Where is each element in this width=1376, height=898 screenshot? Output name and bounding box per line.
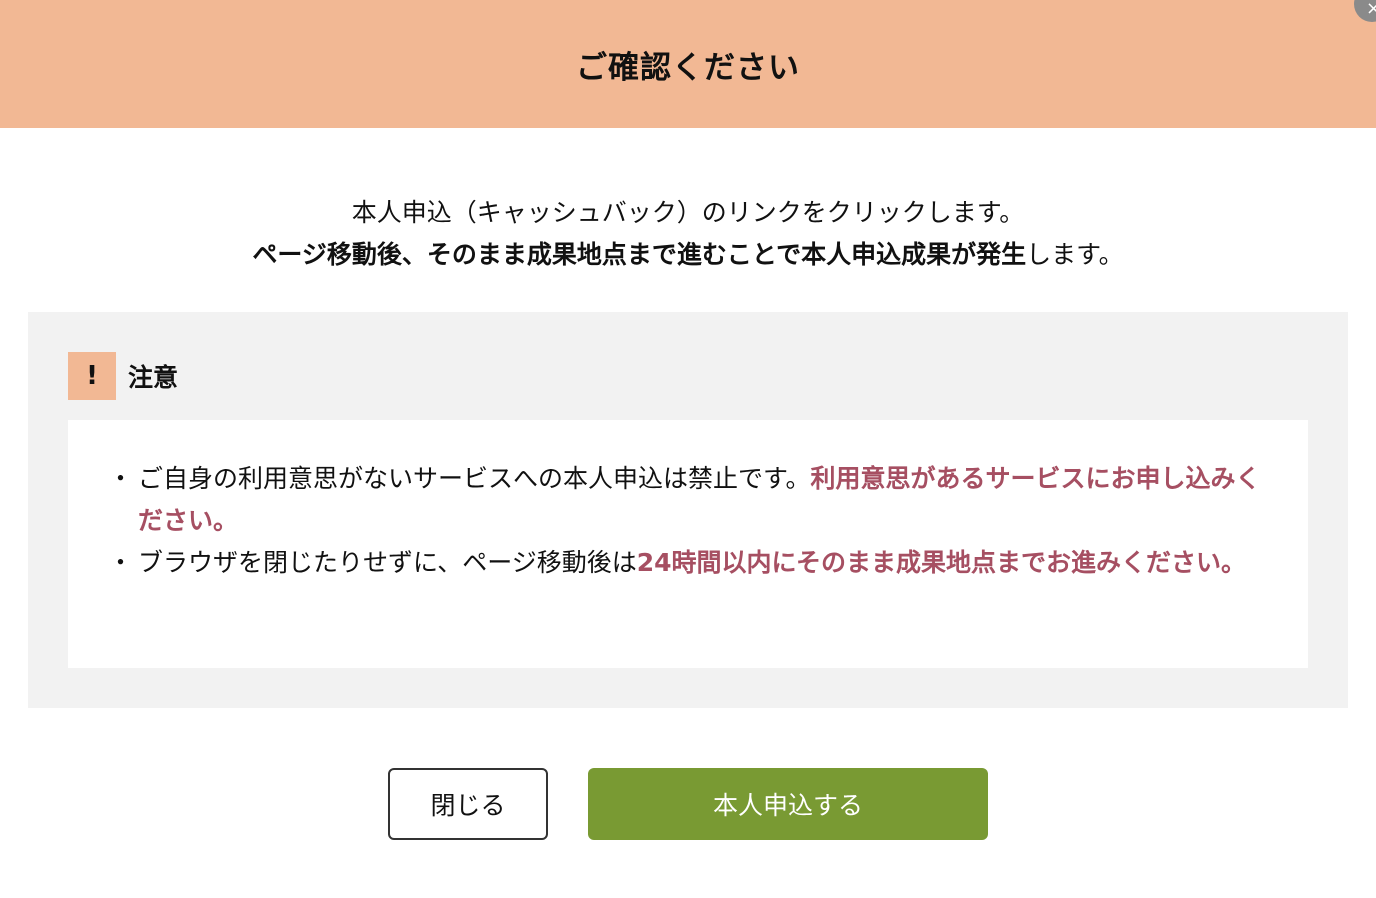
exclamation-icon: ! — [68, 352, 116, 400]
caution-label: 注意 — [128, 363, 179, 392]
close-button[interactable]: 閉じる — [388, 768, 548, 840]
caution-item: ・ ご自身の利用意思がないサービスへの本人申込は禁止です。利用意思があるサービス… — [108, 458, 1268, 542]
button-row: 閉じる 本人申込する — [0, 768, 1376, 840]
caution-item-emphasis: 24時間以内にそのまま成果地点までお進みください。 — [636, 548, 1247, 577]
dialog-title: ご確認ください — [576, 49, 800, 86]
caution-item-text: ご自身の利用意思がないサービスへの本人申込は禁止です。 — [138, 464, 811, 493]
apply-button[interactable]: 本人申込する — [588, 768, 988, 840]
intro-text: 本人申込（キャッシュバック）のリンクをクリックします。 ページ移動後、そのまま成… — [0, 192, 1376, 276]
caution-box: ! 注意 ・ ご自身の利用意思がないサービスへの本人申込は禁止です。利用意思があ… — [28, 312, 1348, 708]
caution-item: ・ ブラウザを閉じたりせずに、ページ移動後は24時間以内にそのまま成果地点までお… — [108, 542, 1268, 584]
intro-line-2: ページ移動後、そのまま成果地点まで進むことで本人申込成果が発生します。 — [0, 234, 1376, 276]
caution-item-text: ブラウザを閉じたりせずに、ページ移動後は — [138, 548, 637, 577]
caution-list: ・ ご自身の利用意思がないサービスへの本人申込は禁止です。利用意思があるサービス… — [68, 420, 1308, 668]
confirm-dialog: ご確認ください × 本人申込（キャッシュバック）のリンクをクリックします。 ペー… — [0, 0, 1376, 898]
bullet: ・ — [108, 464, 134, 493]
bullet: ・ — [108, 548, 134, 577]
caution-heading: ! 注意 — [68, 352, 178, 400]
intro-line-2-strong: ページ移動後、そのまま成果地点まで進むことで本人申込成果が発生 — [252, 240, 1027, 269]
intro-line-2-tail: します。 — [1026, 240, 1124, 269]
dialog-header: ご確認ください — [0, 0, 1376, 128]
intro-line-1: 本人申込（キャッシュバック）のリンクをクリックします。 — [351, 198, 1025, 227]
